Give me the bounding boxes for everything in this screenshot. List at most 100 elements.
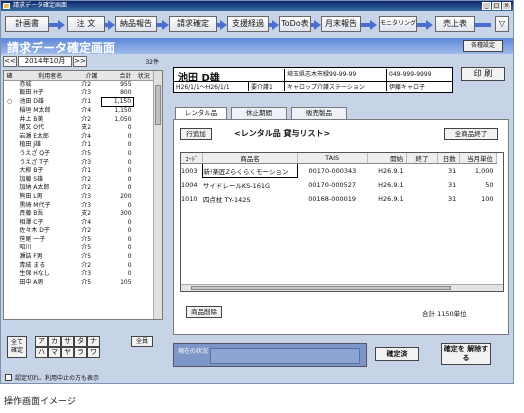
kana-filter-button[interactable]: ワ: [87, 347, 100, 358]
tais-code-cell: 00168-000019: [308, 194, 357, 203]
add-row-button[interactable]: 行追加: [180, 128, 212, 140]
flow-todo-button[interactable]: ToDo表: [279, 16, 311, 32]
client-row[interactable]: ○ 池田 D雄 介1 1,150: [4, 97, 154, 108]
product-code-cell: 1004: [181, 180, 198, 189]
column-header[interactable]: 開始: [367, 153, 408, 164]
tab-sales-products[interactable]: 販売製品: [291, 107, 347, 119]
client-row[interactable]: 佐々木 D子 介2 0: [4, 227, 154, 236]
column-header[interactable]: 商品名: [202, 153, 298, 164]
minimize-icon[interactable]: _: [482, 2, 491, 10]
delete-product-button[interactable]: 商品削除: [186, 306, 222, 318]
product-name-cell: 新!楽匠Zらくらくモーション: [202, 163, 298, 178]
kana-filter-button[interactable]: ハ: [35, 347, 48, 358]
rental-table-scrollbar[interactable]: [181, 284, 503, 291]
client-row[interactable]: 稲垣 M太郎 介4 1,150: [4, 107, 154, 116]
flow-billing-button[interactable]: 請求確定: [169, 16, 217, 32]
client-row[interactable]: 植田 J雄 介1 0: [4, 141, 154, 150]
flow-monthly-button[interactable]: 月末報告: [321, 16, 361, 32]
column-header[interactable]: 当月単位: [459, 153, 498, 164]
show-closed-checkbox[interactable]: [5, 374, 12, 381]
client-row[interactable]: 赤城 介2 955: [4, 81, 154, 90]
kana-filter-button[interactable]: ア: [35, 336, 48, 347]
selection-mark: [4, 150, 15, 159]
status-note-label: 現在の状況: [178, 348, 209, 355]
end-all-products-button[interactable]: 全商品終了: [444, 128, 498, 140]
client-row[interactable]: 猪又 O代 支2 0: [4, 124, 154, 133]
kana-filter-button[interactable]: サ: [61, 336, 74, 347]
flow-order-button[interactable]: 注 文: [67, 16, 105, 32]
next-month-button[interactable]: >>: [73, 56, 87, 67]
client-row[interactable]: 昭川 介5 0: [4, 244, 154, 253]
client-row[interactable]: 斉藤 B吾 支2 300: [4, 210, 154, 219]
client-row[interactable]: 岩瀬 E太郎 介4 0: [4, 132, 154, 141]
prev-month-button[interactable]: <<: [3, 56, 17, 67]
maximize-icon[interactable]: □: [492, 2, 501, 10]
client-name-cell: 昭川: [19, 244, 32, 252]
cancel-confirmation-button[interactable]: 確定を 解除する: [441, 343, 491, 365]
column-header[interactable]: TAIS: [297, 153, 368, 164]
client-row[interactable]: 加藤 S雄 介2 0: [4, 175, 154, 184]
monthly-units-cell: 100: [481, 194, 494, 203]
client-row[interactable]: 田中 A男 介5 105: [4, 279, 154, 288]
column-header[interactable]: 確: [4, 71, 16, 81]
column-header[interactable]: 合計: [101, 71, 134, 81]
client-row[interactable]: 瀬詰 F男 介5 0: [4, 253, 154, 262]
client-row[interactable]: 笹尾 一子 介5 0: [4, 236, 154, 245]
care-office: キャロップ介護ステーション: [284, 82, 365, 91]
rental-row[interactable]: 1004 サイドレールKS-161G 00170-000527 H26.9.1 31 50: [181, 178, 497, 192]
client-row[interactable]: うえざ T子 介3 0: [4, 158, 154, 167]
kana-filter-button[interactable]: カ: [48, 336, 61, 347]
kana-filter-button[interactable]: ラ: [74, 347, 87, 358]
print-button[interactable]: 印 刷: [461, 67, 505, 81]
flow-support-button[interactable]: 支援経過: [227, 16, 269, 32]
care-level-cell: 介3: [81, 270, 92, 278]
client-list-scrollbar[interactable]: [153, 71, 162, 319]
client-row[interactable]: 熊田 L男 介3 200: [4, 193, 154, 202]
client-row[interactable]: 黒崎 M代子 介3 0: [4, 201, 154, 210]
client-panel: << 2014年10月 >> 32件 確 利用者名 介護 合計 状況 赤城 介2 9…: [3, 56, 163, 383]
column-header[interactable]: 状況: [133, 71, 154, 81]
total-units: 合計 1150単位: [422, 310, 467, 318]
all-clients-button[interactable]: 全員: [131, 336, 153, 347]
client-row[interactable]: 飯田 H子 介3 800: [4, 89, 154, 98]
care-level-cell: 介2: [81, 81, 92, 89]
status-cell: [134, 124, 154, 133]
column-header[interactable]: 利用者名: [15, 71, 82, 81]
settings-button[interactable]: 各種設定: [463, 40, 503, 52]
client-row[interactable]: うえざ Q子 介5 0: [4, 150, 154, 159]
selection-mark: [4, 141, 15, 150]
care-level-cell: 介4: [81, 132, 92, 140]
status-note-input[interactable]: [210, 348, 360, 364]
rental-row[interactable]: 1003 新!楽匠Zらくらくモーション 00170-000343 H26.9.1 31 1…: [181, 163, 497, 178]
month-label: 2014年10月: [18, 56, 72, 67]
kana-filter-button[interactable]: マ: [48, 347, 61, 358]
flow-delivery-button[interactable]: 納品報告: [115, 16, 157, 32]
flow-menu-button[interactable]: ▽: [495, 16, 509, 32]
client-row[interactable]: 相澤 C子 介4 0: [4, 218, 154, 227]
column-header[interactable]: 終了: [406, 153, 438, 164]
show-closed-option[interactable]: 認定切れ、利用中止の方も表示: [5, 373, 99, 382]
show-all-confirmed-button[interactable]: 全て 確定: [7, 336, 27, 358]
flow-monitoring-button[interactable]: モニタリング: [379, 16, 417, 32]
client-row[interactable]: 大柳 B子 介1 0: [4, 167, 154, 176]
kana-filter-button[interactable]: タ: [74, 336, 87, 347]
close-icon[interactable]: ×: [502, 2, 511, 10]
total-cell: 0: [127, 132, 132, 140]
client-row[interactable]: 井上 B美 介2 1,050: [4, 115, 154, 124]
client-row[interactable]: 生保 Hなし 介3 0: [4, 270, 154, 279]
flow-plan-button[interactable]: 計画書: [5, 16, 49, 32]
total-cell: 0: [127, 149, 132, 157]
column-header[interactable]: 介護: [81, 71, 102, 81]
client-row[interactable]: 加納 A太郎 介2 0: [4, 184, 154, 193]
kana-filter-button[interactable]: ナ: [87, 336, 100, 347]
column-header[interactable]: ｺｰﾄﾞ: [181, 153, 204, 164]
flow-sales-button[interactable]: 売上表: [435, 16, 475, 32]
rental-row[interactable]: 1010 四点杖 TY-142S 00168-000019 H26.9.1 31 100: [181, 192, 497, 206]
tab-suspension[interactable]: 休止期間: [231, 107, 287, 119]
care-level-cell: 介5: [81, 149, 92, 157]
column-header[interactable]: 日数: [437, 153, 460, 164]
client-name-cell: 猪又 O代: [19, 124, 44, 132]
client-row[interactable]: 青絨 まる 介2 0: [4, 261, 154, 270]
confirmed-button[interactable]: 確定済: [375, 347, 419, 361]
kana-filter-button[interactable]: ヤ: [61, 347, 74, 358]
